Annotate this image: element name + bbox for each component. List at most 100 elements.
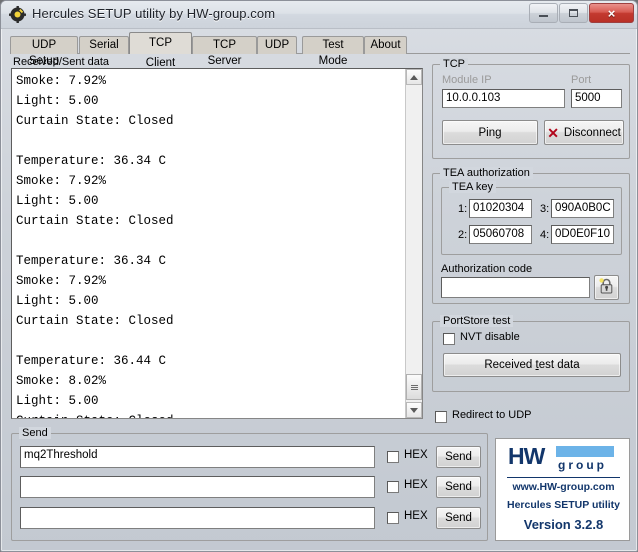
hw-group-logo-panel: HW group www.HW-group.com Hercules SETUP… (495, 438, 630, 541)
received-line: Curtain State: Closed (16, 414, 174, 418)
padlock-icon (599, 278, 614, 297)
received-line: Light: 5.00 (16, 194, 99, 208)
port-input[interactable]: 5000 (571, 89, 622, 108)
chevron-down-icon (410, 407, 418, 413)
tea-key-4-input[interactable]: 0D0E0F10 (551, 225, 614, 244)
scroll-up-button[interactable] (406, 69, 422, 85)
port-label: Port (571, 74, 592, 86)
logo-version: Version 3.2.8 (523, 517, 604, 532)
received-line: Curtain State: Closed (16, 214, 174, 228)
window-title: Hercules SETUP utility by HW-group.com (32, 6, 276, 21)
nvt-disable-label: NVT disable (460, 331, 520, 343)
hex-label-2: HEX (404, 479, 428, 491)
hex-label-1: HEX (404, 449, 428, 461)
maximize-icon (569, 9, 578, 17)
send-input-2[interactable] (20, 476, 375, 498)
tab-udp[interactable]: UDP (257, 36, 297, 54)
received-test-data-button[interactable]: Received test data (443, 353, 621, 377)
accel-letter: t (535, 359, 539, 371)
tea-key-group: TEA key 1: 01020304 2: 05060708 3: 090A0… (441, 181, 622, 255)
minimize-icon (539, 15, 548, 17)
tab-test-mode[interactable]: Test Mode (302, 36, 364, 67)
logo-product-name: Hercules SETUP utility (506, 499, 620, 511)
scroll-down-button[interactable] (406, 402, 422, 418)
tea-key-2-input[interactable]: 05060708 (469, 225, 532, 244)
nvt-disable-checkbox[interactable] (443, 333, 455, 345)
app-window: Hercules SETUP utility by HW-group.com ×… (0, 0, 638, 552)
received-line: Smoke: 7.92% (16, 174, 107, 188)
redirect-to-udp-label: Redirect to UDP (452, 409, 532, 421)
received-line: Curtain State: Closed (16, 314, 174, 328)
received-line-blank (16, 231, 402, 251)
tea-key-3-label: 3: (540, 203, 550, 215)
gear-icon (9, 6, 26, 23)
chevron-up-icon (410, 74, 418, 80)
received-line: Smoke: 8.02% (16, 374, 107, 388)
tab-bar: UDP Setup Serial TCP Client TCP Server U… (10, 32, 630, 69)
tea-key-3-input[interactable]: 090A0B0C (551, 199, 614, 218)
window-controls: × (528, 3, 634, 24)
received-line: Curtain State: Closed (16, 114, 174, 128)
tcp-group-caption: TCP (440, 58, 468, 70)
tea-key-caption: TEA key (449, 181, 496, 193)
module-ip-input[interactable]: 10.0.0.103 (442, 89, 565, 108)
send-button-1[interactable]: Send (436, 446, 481, 468)
received-data-scrollbar[interactable] (405, 69, 422, 418)
tea-key-2-label: 2: (458, 229, 468, 241)
grip-icon (410, 384, 418, 391)
redirect-to-udp-checkbox[interactable] (435, 411, 447, 423)
received-line-blank (16, 331, 402, 351)
tea-group-caption: TEA authorization (440, 167, 533, 179)
received-line: Light: 5.00 (16, 94, 99, 108)
tab-about[interactable]: About (364, 36, 407, 54)
tea-key-1-label: 1: (458, 203, 468, 215)
red-x-icon: ✕ (547, 124, 559, 141)
received-line: Light: 5.00 (16, 294, 99, 308)
received-test-data-label: Received test data (484, 359, 580, 371)
logo-hw-text: HW (508, 443, 545, 469)
hex-checkbox-2[interactable] (387, 481, 399, 493)
received-line: Temperature: 36.34 C (16, 154, 167, 168)
disconnect-button[interactable]: ✕ Disconnect (544, 120, 624, 145)
tab-tcp-server[interactable]: TCP Server (192, 36, 257, 67)
authorization-code-label: Authorization code (441, 263, 533, 275)
scrollbar-thumb[interactable] (406, 374, 422, 400)
received-line: Temperature: 36.44 C (16, 354, 167, 368)
close-icon: × (607, 5, 616, 21)
send-group-caption: Send (19, 427, 51, 439)
hex-checkbox-3[interactable] (387, 512, 399, 524)
tcp-group: TCP Module IP 10.0.0.103 Port 5000 Ping … (432, 58, 630, 159)
received-data-text: Smoke: 7.92% Light: 5.00 Curtain State: … (16, 71, 402, 418)
module-ip-label: Module IP (442, 74, 492, 86)
title-bar: Hercules SETUP utility by HW-group.com × (1, 1, 637, 29)
minimize-button[interactable] (529, 3, 558, 23)
disconnect-label: Disconnect (563, 126, 621, 139)
authorization-code-input[interactable] (441, 277, 590, 298)
tea-key-1-input[interactable]: 01020304 (469, 199, 532, 218)
authorize-button[interactable] (594, 275, 619, 300)
logo-group-text: group (558, 458, 607, 472)
received-data-label: Received/Sent data (13, 56, 110, 68)
tab-serial[interactable]: Serial (79, 36, 129, 54)
received-line: Smoke: 7.92% (16, 74, 107, 88)
received-line-blank (16, 131, 402, 151)
tab-tcp-client[interactable]: TCP Client (129, 32, 192, 69)
portstore-test-group: PortStore test NVT disable Received test… (432, 315, 630, 392)
logo-accent-bar (556, 446, 614, 457)
send-input-1[interactable]: mq2Threshold (20, 446, 375, 468)
logo-url: www.HW-group.com (507, 477, 620, 493)
portstore-caption: PortStore test (440, 315, 514, 327)
send-group: Send mq2Threshold HEX Send HEX Send HEX … (11, 427, 488, 541)
send-button-3[interactable]: Send (436, 507, 481, 529)
received-line: Smoke: 7.92% (16, 274, 107, 288)
hex-checkbox-1[interactable] (387, 451, 399, 463)
received-data-panel: Smoke: 7.92% Light: 5.00 Curtain State: … (11, 68, 423, 419)
ping-button[interactable]: Ping (442, 120, 538, 145)
send-input-3[interactable] (20, 507, 375, 529)
send-button-2[interactable]: Send (436, 476, 481, 498)
maximize-button[interactable] (559, 3, 588, 23)
tea-key-4-label: 4: (540, 229, 550, 241)
tab-udp-setup[interactable]: UDP Setup (10, 36, 78, 67)
close-button[interactable]: × (589, 3, 634, 23)
received-line: Temperature: 36.34 C (16, 254, 167, 268)
